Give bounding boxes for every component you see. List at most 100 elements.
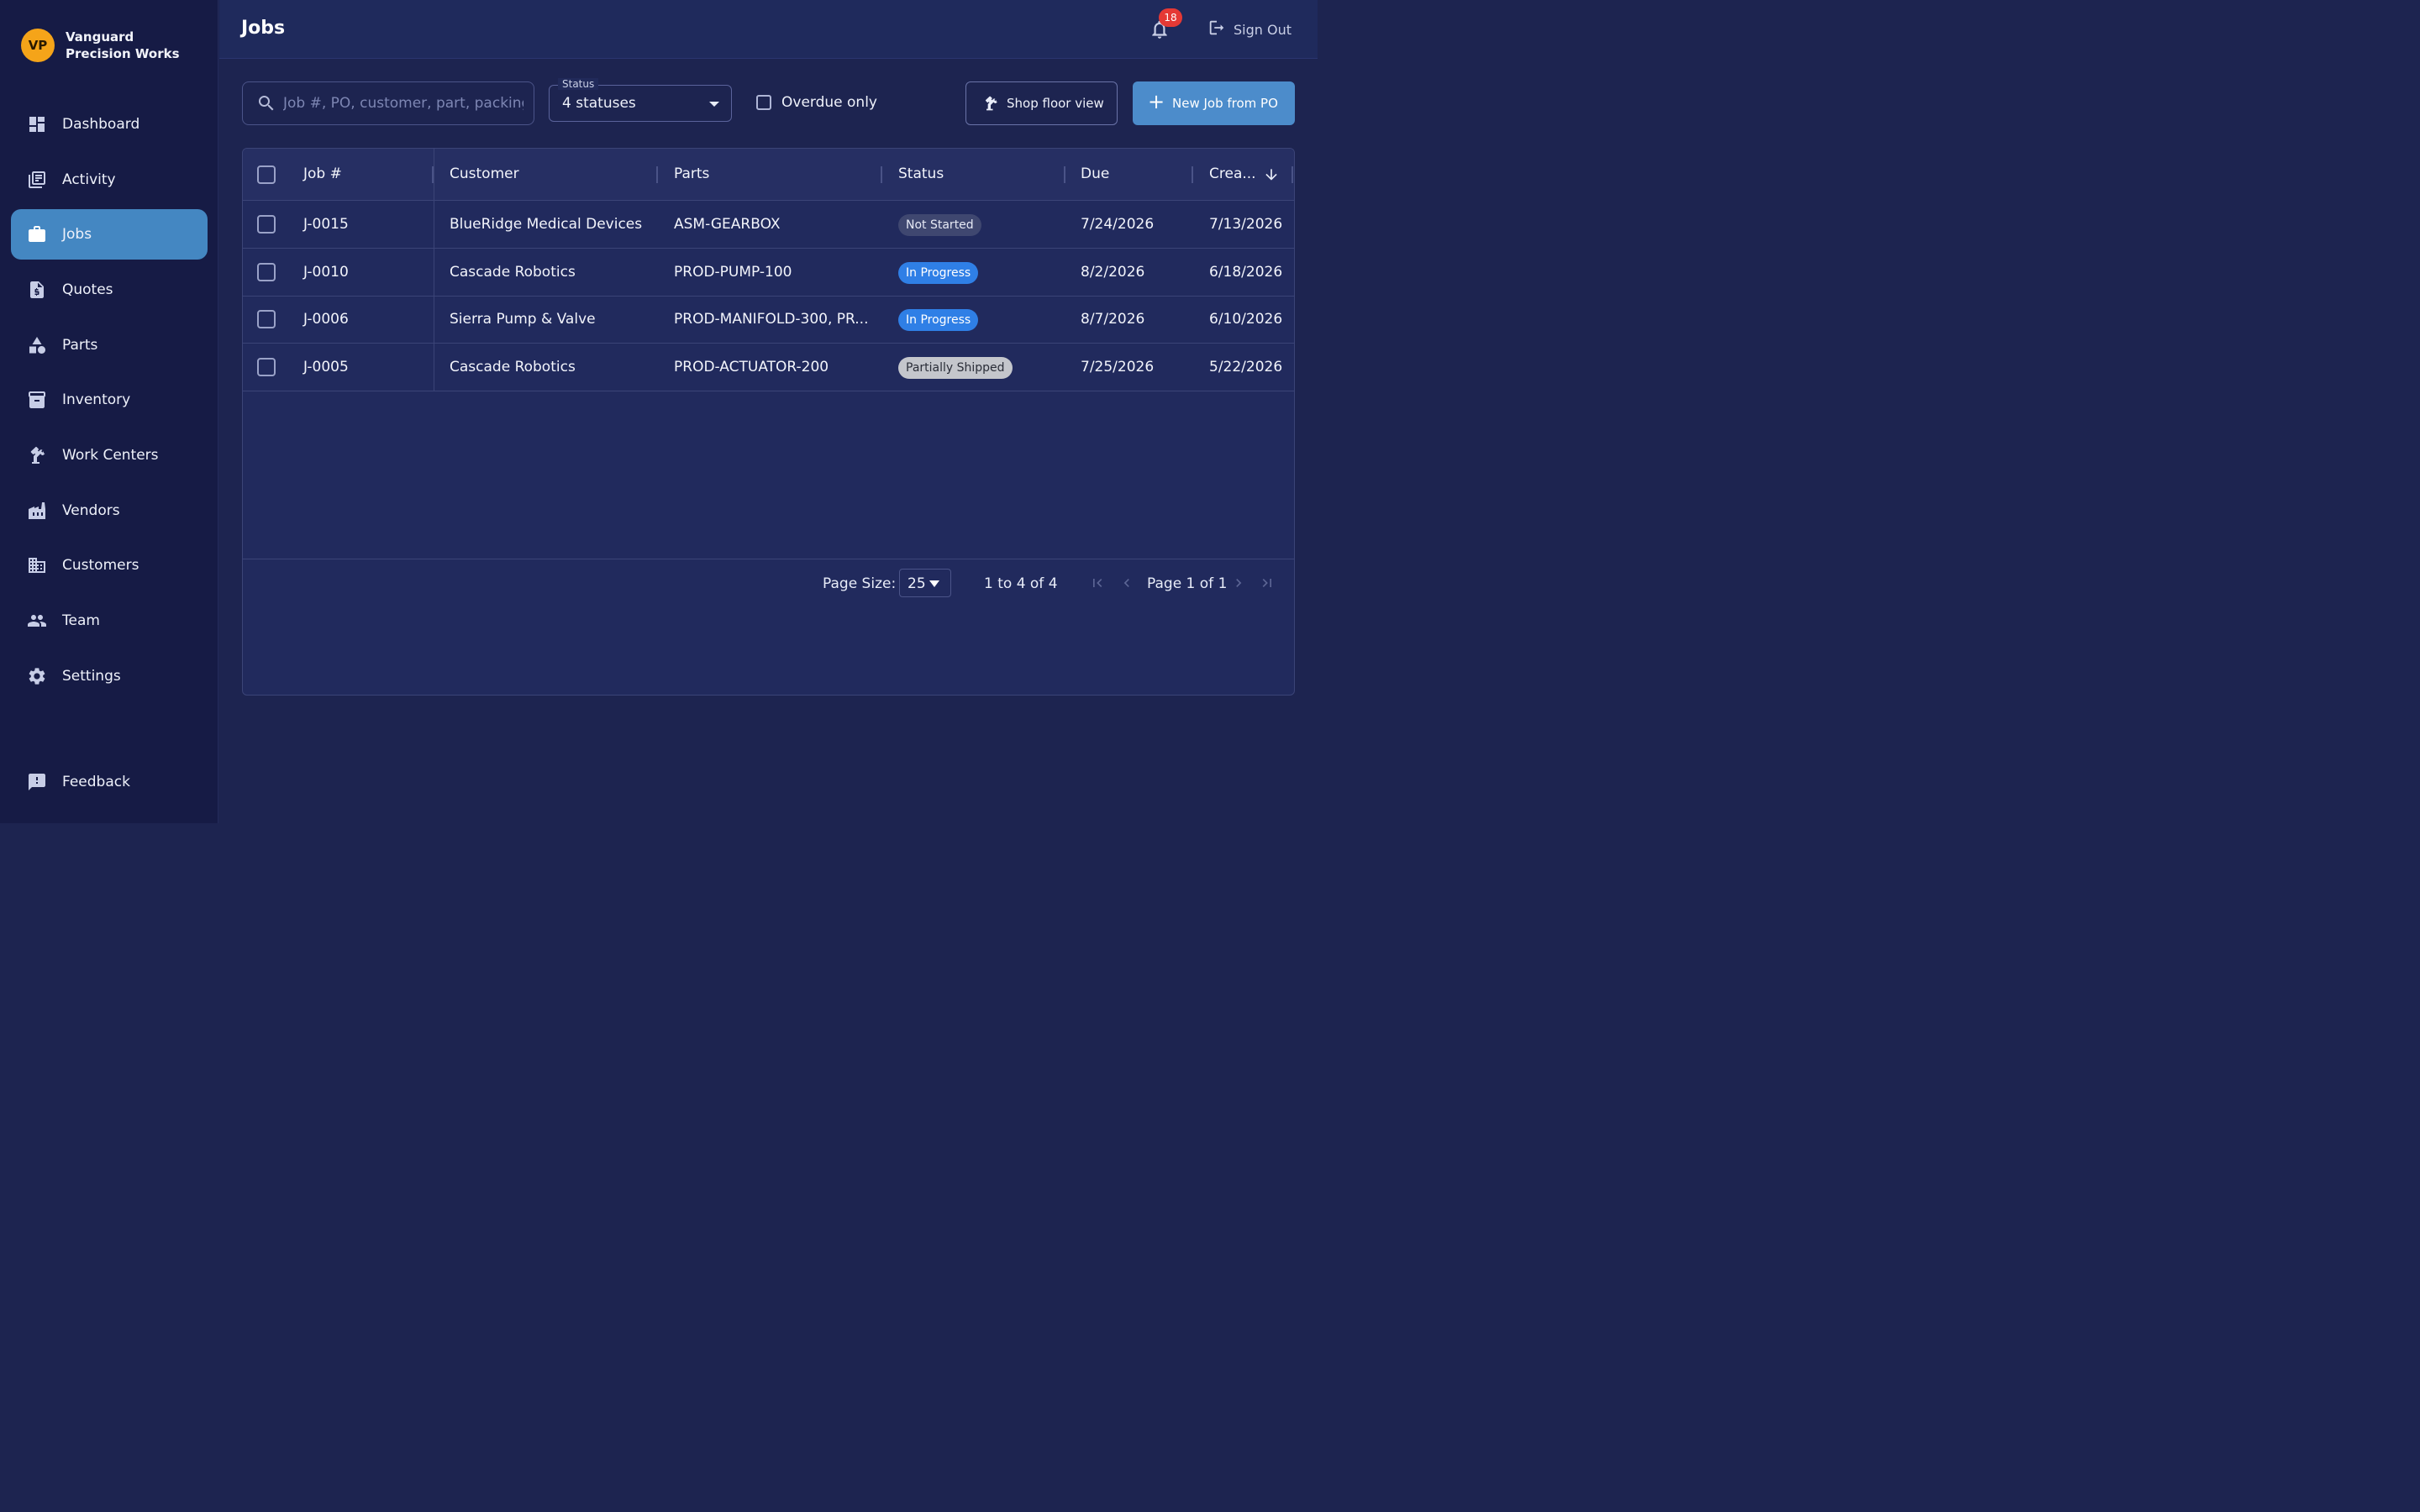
cell-due: 8/2/2026 (1081, 264, 1145, 281)
previous-page-button[interactable] (1118, 575, 1135, 591)
column-header-status[interactable]: Status (898, 165, 944, 182)
notification-count-badge: 18 (1159, 8, 1182, 27)
sidebar-item-feedback[interactable]: Feedback (11, 757, 208, 807)
cell-job-number: J-0006 (303, 311, 349, 328)
table-row[interactable]: J-0010 Cascade Robotics PROD-PUMP-100 In… (243, 249, 1294, 297)
cell-created: 6/18/2026 (1209, 264, 1283, 281)
sign-out-button[interactable]: Sign Out (1200, 18, 1292, 40)
shop-floor-view-button[interactable]: Shop floor view (965, 81, 1118, 125)
select-all-checkbox[interactable] (257, 165, 276, 184)
activity-icon (26, 169, 48, 191)
row-range-summary: 1 to 4 of 4 (984, 575, 1058, 592)
logout-icon (1207, 18, 1226, 40)
building-icon (26, 554, 48, 576)
sidebar-item-label: Parts (62, 337, 98, 354)
column-resize-handle[interactable] (881, 166, 882, 183)
bell-icon (1149, 20, 1171, 44)
page-indicator: Page 1 of 1 (1147, 575, 1228, 592)
column-header-created[interactable]: Crea... (1209, 165, 1256, 182)
next-page-button[interactable] (1230, 575, 1247, 591)
row-checkbox[interactable] (257, 263, 276, 281)
sidebar-item-label: Vendors (62, 502, 120, 519)
column-header-parts[interactable]: Parts (674, 165, 709, 182)
table-row[interactable]: J-0006 Sierra Pump & Valve PROD-MANIFOLD… (243, 296, 1294, 344)
sidebar-item-activity[interactable]: Activity (11, 155, 208, 205)
page-title: Jobs (241, 18, 286, 39)
sidebar-item-parts[interactable]: Parts (11, 320, 208, 370)
cell-customer: Sierra Pump & Valve (450, 311, 596, 328)
sidebar-item-dashboard[interactable]: Dashboard (11, 99, 208, 150)
cell-customer: Cascade Robotics (450, 359, 576, 375)
sidebar-item-inventory[interactable]: Inventory (11, 375, 208, 425)
caret-down-icon (709, 102, 719, 107)
column-resize-handle[interactable] (656, 166, 658, 183)
shop-floor-view-label: Shop floor view (1007, 96, 1104, 111)
sidebar-item-label: Team (62, 612, 100, 629)
status-badge: Not Started (898, 214, 981, 236)
sidebar-item-quotes[interactable]: Quotes (11, 265, 208, 315)
cell-customer: Cascade Robotics (450, 264, 576, 281)
page-size-value: 25 (908, 575, 926, 592)
brand[interactable]: VP Vanguard Precision Works (21, 29, 200, 62)
table-row[interactable]: J-0015 BlueRidge Medical Devices ASM-GEA… (243, 201, 1294, 249)
plus-icon: + (1148, 90, 1165, 113)
sidebar-item-work-centers[interactable]: Work Centers (11, 430, 208, 480)
jobs-table: Job # Customer Parts Status Due Crea... … (242, 148, 1295, 696)
column-resize-handle[interactable] (1064, 166, 1065, 183)
top-bar: Jobs 18 Sign Out (219, 0, 1318, 59)
robot-arm-icon (985, 96, 997, 111)
row-checkbox[interactable] (257, 215, 276, 234)
sidebar: VP Vanguard Precision Works Dashboard Ac… (0, 0, 218, 823)
sort-descending-icon[interactable] (1263, 165, 1280, 184)
cell-job-number: J-0015 (303, 216, 349, 233)
column-resize-handle[interactable] (1292, 166, 1293, 183)
sidebar-item-label: Inventory (62, 391, 131, 408)
page-size-label: Page Size: (823, 575, 897, 592)
sidebar-item-label: Jobs (62, 226, 92, 243)
row-checkbox[interactable] (257, 358, 276, 376)
first-page-button[interactable] (1089, 575, 1106, 591)
factory-icon (26, 500, 48, 522)
page-size-select[interactable]: 25 (899, 569, 951, 597)
cell-job-number: J-0010 (303, 264, 349, 281)
sign-out-label: Sign Out (1234, 21, 1292, 38)
sidebar-item-team[interactable]: Team (11, 596, 208, 646)
brand-name: Vanguard Precision Works (66, 29, 180, 61)
search-input[interactable] (283, 91, 523, 116)
table-header: Job # Customer Parts Status Due Crea... (243, 149, 1294, 201)
sidebar-item-label: Customers (62, 557, 139, 574)
column-header-due[interactable]: Due (1081, 165, 1109, 182)
new-job-from-po-button[interactable]: + New Job from PO (1133, 81, 1295, 125)
brand-avatar: VP (21, 29, 55, 62)
cell-parts: PROD-ACTUATOR-200 (674, 359, 829, 375)
sidebar-item-customers[interactable]: Customers (11, 540, 208, 591)
status-badge: In Progress (898, 309, 979, 331)
search-box (242, 81, 534, 125)
quote-document-icon (26, 279, 48, 301)
last-page-button[interactable] (1259, 575, 1276, 591)
archive-box-icon (26, 389, 48, 411)
column-header-customer[interactable]: Customer (450, 165, 519, 182)
sidebar-item-settings[interactable]: Settings (11, 651, 208, 701)
chevron-left-icon (1123, 579, 1129, 587)
status-filter-select[interactable]: Status 4 statuses (549, 78, 732, 122)
cell-created: 7/13/2026 (1209, 216, 1283, 233)
sidebar-item-vendors[interactable]: Vendors (11, 486, 208, 536)
cell-parts: PROD-MANIFOLD-300, PR... (674, 311, 869, 328)
column-resize-handle[interactable] (1192, 166, 1193, 183)
dashboard-icon (26, 113, 48, 135)
cell-due: 8/7/2026 (1081, 311, 1145, 328)
sidebar-item-label: Dashboard (62, 116, 140, 133)
sidebar-item-jobs[interactable]: Jobs (11, 209, 208, 260)
status-badge: Partially Shipped (898, 357, 1013, 379)
last-page-icon (1262, 579, 1271, 587)
table-row[interactable]: J-0005 Cascade Robotics PROD-ACTUATOR-20… (243, 344, 1294, 391)
column-header-job[interactable]: Job # (303, 165, 342, 182)
new-job-label: New Job from PO (1172, 96, 1278, 111)
overdue-only-toggle[interactable]: Overdue only (756, 94, 877, 111)
row-checkbox[interactable] (257, 310, 276, 328)
gear-icon (26, 665, 48, 687)
status-filter-value: 4 statuses (562, 95, 636, 112)
overdue-checkbox[interactable] (756, 95, 771, 110)
briefcase-icon (26, 223, 48, 245)
